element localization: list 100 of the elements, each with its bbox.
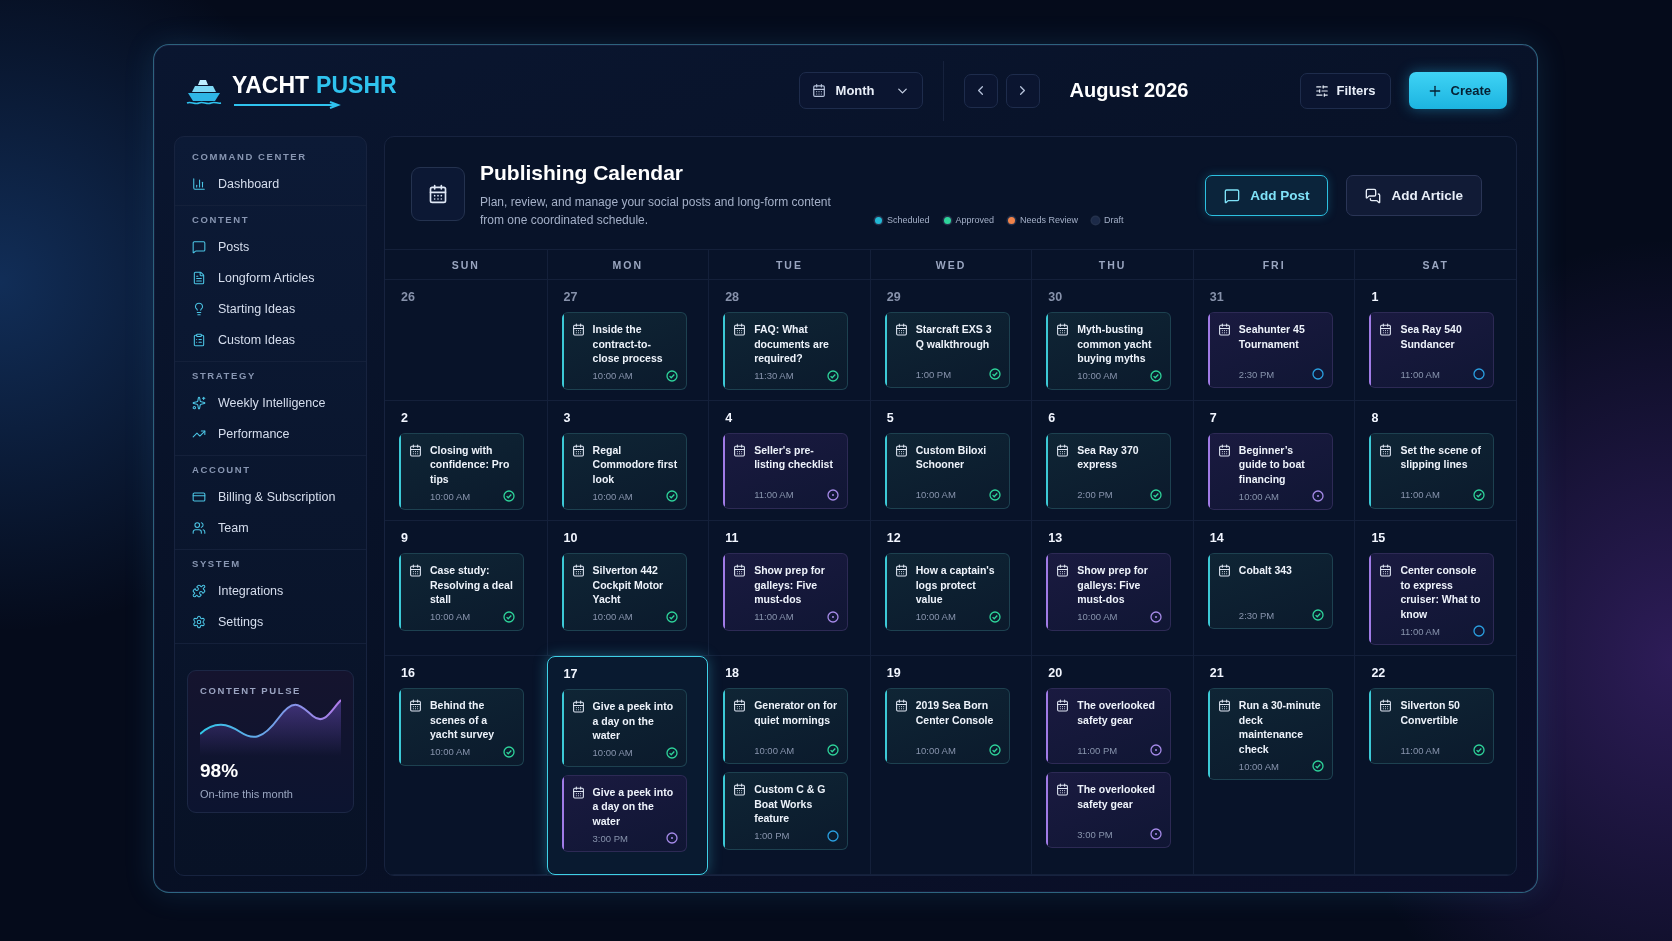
day-cell[interactable]: 28 FAQ: What documents are required? 11:30 AM [708, 280, 870, 401]
day-cell[interactable]: 21 Run a 30-minute deck maintenance check 10:00 AM [1192, 656, 1355, 875]
post-card[interactable]: Sea Ray 370 express 2:00 PM [1046, 432, 1172, 509]
add-article-button[interactable]: Add Article [1346, 175, 1482, 216]
post-card[interactable]: Behind the scenes of a yacht survey 10:00 AM [399, 688, 524, 766]
sidebar-item[interactable]: Integrations [175, 575, 366, 606]
sidebar-item[interactable]: Weekly Intelligence [175, 387, 366, 418]
post-card[interactable]: Case study: Resolving a deal stall 10:00 AM [399, 553, 524, 631]
previous-button[interactable] [963, 73, 998, 108]
post-card[interactable]: 2019 Sea Born Center Console 10:00 AM [884, 688, 1010, 764]
post-card[interactable]: Seahunter 45 Tournament 2:30 PM [1207, 312, 1333, 388]
post-card[interactable]: Myth-busting common yacht buying myths 10:00 AM [1046, 312, 1172, 390]
day-cell[interactable]: 26 [385, 280, 547, 401]
post-title: Regal Commodore first look [592, 442, 678, 486]
day-cell[interactable]: 11 Show prep for galleys: Five must-dos 11:00 AM [708, 521, 870, 656]
post-card[interactable]: Show prep for galleys: Five must-dos 11:00 AM [723, 553, 849, 631]
legend-label: Draft [1104, 215, 1124, 225]
day-cell[interactable]: 3 Regal Commodore first look 10:00 AM [546, 400, 709, 521]
post-card[interactable]: Silverton 442 Cockpit Motor Yacht 10:00 AM [561, 553, 687, 631]
day-number: 22 [1370, 666, 1387, 680]
post-card[interactable]: The overlooked safety gear 3:00 PM [1046, 772, 1172, 848]
day-cell[interactable]: 10 Silverton 442 Cockpit Motor Yacht 10:00 AM [546, 521, 709, 656]
day-cell[interactable]: 1 Sea Ray 540 Sundancer 11:00 AM [1354, 280, 1516, 401]
post-time: 2:30 PM [1238, 368, 1275, 380]
post-card[interactable]: Center console to express cruiser: What to know 11:00 AM [1369, 553, 1495, 645]
post-card[interactable]: Custom C & G Boat Works feature 1:00 PM [723, 772, 849, 850]
day-cell[interactable]: 9 Case study: Resolving a deal stall 10:00 AM [385, 521, 547, 656]
post-title: Give a peek into a day on the water [592, 784, 675, 828]
sidebar-item[interactable]: Starting Ideas [175, 293, 366, 324]
calendar-icon [1056, 783, 1070, 796]
calendar-icon [1056, 564, 1070, 577]
post-time: 11:30 AM [754, 370, 794, 381]
sidebar-item[interactable]: Dashboard [175, 168, 366, 199]
sidebar-item[interactable]: Settings [175, 606, 366, 637]
day-cell[interactable]: 12 How a captain's logs protect value 10:00 AM [869, 521, 1032, 656]
day-cell[interactable]: 6 Sea Ray 370 express 2:00 PM [1031, 400, 1193, 521]
view-dropdown[interactable]: Month [798, 72, 923, 109]
sidebar-item[interactable]: Team [175, 512, 366, 543]
post-card[interactable]: Show prep for galleys: Five must-dos 10:00 AM [1046, 553, 1172, 631]
sidebar-item[interactable]: Custom Ideas [175, 324, 366, 355]
day-cell[interactable]: 15 Center console to express cruiser: What to know 11:00 AM [1354, 521, 1516, 656]
add-post-button[interactable]: Add Post [1205, 175, 1329, 216]
post-card[interactable]: Custom Biloxi Schooner 10:00 AM [884, 432, 1010, 509]
post-title: Sea Ray 370 express [1077, 442, 1140, 472]
post-card[interactable]: Give a peek into a day on the water 10:00 AM [561, 689, 687, 767]
next-button[interactable] [1005, 73, 1040, 108]
sidebar-item[interactable]: Longform Articles [175, 262, 366, 293]
post-time: 10:00 AM [1238, 490, 1279, 502]
day-cell[interactable]: 14 Cobalt 343 2:30 PM [1192, 521, 1355, 656]
day-cell[interactable]: 19 2019 Sea Born Center Console 10:00 AM [869, 656, 1032, 875]
post-card[interactable]: Set the scene of slipping lines 11:00 AM [1369, 432, 1495, 509]
calendar-icon [733, 323, 747, 336]
post-title: The overlooked safety gear [1077, 698, 1156, 727]
post-card[interactable]: Sea Ray 540 Sundancer 11:00 AM [1369, 312, 1495, 388]
post-card[interactable]: Run a 30-minute deck maintenance check 10:00 AM [1207, 688, 1333, 780]
sidebar-item[interactable]: Billing & Subscription [175, 481, 366, 512]
day-cell[interactable]: 5 Custom Biloxi Schooner 10:00 AM [869, 400, 1032, 521]
day-cell[interactable]: 17 Give a peek into a day on the water 10:00 AM Give a peek into a day on the water 3:00 PM [546, 656, 709, 875]
day-cell[interactable]: 13 Show prep for galleys: Five must-dos 10:00 AM [1031, 521, 1193, 656]
post-title: Myth-busting common yacht buying myths [1077, 322, 1153, 366]
post-card[interactable]: Regal Commodore first look 10:00 AM [561, 432, 687, 510]
day-cell[interactable]: 8 Set the scene of slipping lines 11:00 AM [1354, 400, 1516, 521]
post-card[interactable]: The overlooked safety gear 11:00 PM [1046, 688, 1172, 764]
day-cell[interactable]: 2 Closing with confidence: Pro tips 10:00 AM [385, 400, 547, 521]
day-cell[interactable]: 20 The overlooked safety gear 11:00 PM The overlooked safety gear 3:00 PM [1031, 656, 1193, 875]
legend-label: Needs Review [1020, 215, 1079, 225]
day-cell[interactable]: 16 Behind the scenes of a yacht survey 10:00 AM [385, 656, 547, 875]
day-number: 28 [724, 290, 741, 304]
day-cell[interactable]: 29 Starcraft EXS 3 Q walkthrough 1:00 PM [869, 280, 1032, 401]
day-cell[interactable]: 18 Generator on for quiet mornings 10:00 AM Custom C & G Boat Works feature 1:00 PM [708, 656, 870, 875]
day-cell[interactable]: 30 Myth-busting common yacht buying myths 10:00 AM [1031, 280, 1193, 401]
day-cell[interactable]: 27 Inside the contract-to-close process 10:00 AM [546, 280, 709, 401]
day-cell[interactable]: 22 Silverton 50 Convertible 11:00 AM [1354, 656, 1516, 875]
post-time: 2:30 PM [1238, 609, 1275, 621]
day-cell[interactable]: 4 Seller's pre-listing checklist 11:00 AM [708, 400, 870, 521]
sidebar-item[interactable]: Performance [175, 418, 366, 449]
sidebar-item[interactable]: Posts [175, 231, 366, 262]
post-card[interactable]: FAQ: What documents are required? 11:30 AM [723, 312, 849, 390]
post-title: Set the scene of slipping lines [1400, 442, 1482, 472]
post-title: Silverton 442 Cockpit Motor Yacht [592, 563, 665, 607]
post-card[interactable]: Inside the contract-to-close process 10:00 AM [561, 312, 687, 390]
post-card[interactable]: Starcraft EXS 3 Q walkthrough 1:00 PM [884, 312, 1010, 388]
post-time: 10:00 AM [430, 490, 471, 502]
post-card[interactable]: How a captain's logs protect value 10:00 AM [884, 553, 1010, 631]
post-card[interactable]: Seller's pre-listing checklist 11:00 AM [723, 432, 849, 509]
day-cell[interactable]: 7 Beginner’s guide to boat financing 10:00 AM [1192, 400, 1355, 521]
post-card[interactable]: Beginner’s guide to boat financing 10:00 AM [1207, 432, 1333, 510]
post-card[interactable]: Generator on for quiet mornings 10:00 AM [723, 688, 849, 764]
calendar-icon [1217, 699, 1231, 712]
day-number: 29 [885, 290, 902, 304]
post-card[interactable]: Closing with confidence: Pro tips 10:00 AM [399, 432, 524, 510]
calendar-icon [733, 783, 747, 796]
create-button[interactable]: Create [1408, 72, 1507, 109]
day-number: 21 [1208, 666, 1225, 680]
calendar-icon [1217, 443, 1231, 457]
day-cell[interactable]: 31 Seahunter 45 Tournament 2:30 PM [1192, 280, 1355, 401]
post-card[interactable]: Give a peek into a day on the water 3:00 PM [561, 774, 687, 852]
filters-button[interactable]: Filters [1299, 72, 1391, 109]
post-card[interactable]: Cobalt 343 2:30 PM [1207, 553, 1333, 629]
post-card[interactable]: Silverton 50 Convertible 11:00 AM [1369, 688, 1495, 764]
